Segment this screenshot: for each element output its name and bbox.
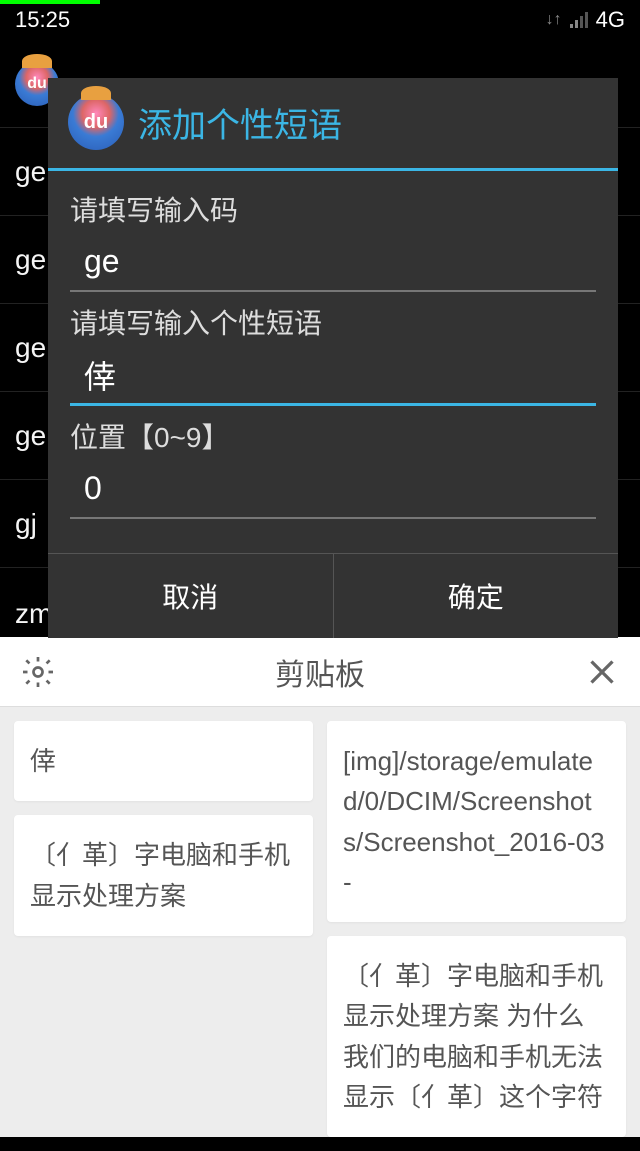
clip-item[interactable]: 〔亻革〕字电脑和手机显示处理方案 为什么我们的电脑和手机无法显示〔亻革〕这个字符	[327, 936, 626, 1137]
signal-icon	[570, 12, 588, 28]
clipboard-grid: 倖 〔亻革〕字电脑和手机显示处理方案 [img]/storage/emulate…	[0, 707, 640, 1151]
position-label: 位置【0~9】	[70, 416, 596, 456]
status-right: ↓↑ 4G	[546, 7, 625, 33]
phrase-field[interactable]	[70, 348, 596, 406]
input-code-field[interactable]	[70, 235, 596, 292]
status-time: 15:25	[15, 7, 70, 33]
clip-column-right: [img]/storage/emulated/0/DCIM/Screenshot…	[327, 721, 626, 1137]
close-icon[interactable]	[584, 654, 620, 690]
dialog-title: 添加个性短语	[138, 98, 342, 147]
network-label: 4G	[596, 7, 625, 33]
baidu-logo-icon: du	[68, 94, 124, 150]
clip-item[interactable]: [img]/storage/emulated/0/DCIM/Screenshot…	[327, 721, 626, 922]
clip-item[interactable]: 〔亻革〕字电脑和手机显示处理方案	[14, 815, 313, 936]
phrase-label: 请填写输入个性短语	[70, 302, 596, 342]
dialog-header: du 添加个性短语	[48, 78, 618, 171]
clipboard-title: 剪贴板	[275, 650, 365, 694]
ok-button[interactable]: 确定	[334, 554, 619, 638]
clip-item[interactable]: 倖	[14, 721, 313, 801]
clip-column-left: 倖 〔亻革〕字电脑和手机显示处理方案	[14, 721, 313, 1137]
position-field[interactable]	[70, 462, 596, 519]
dialog-body: 请填写输入码 请填写输入个性短语 位置【0~9】	[48, 171, 618, 529]
input-code-label: 请填写输入码	[70, 189, 596, 229]
gear-icon[interactable]	[20, 654, 56, 690]
status-bar: 15:25 ↓↑ 4G	[0, 0, 640, 40]
add-phrase-dialog: du 添加个性短语 请填写输入码 请填写输入个性短语 位置【0~9】 取消 确定	[48, 78, 618, 638]
clipboard-header: 剪贴板	[0, 637, 640, 707]
cancel-button[interactable]: 取消	[48, 554, 334, 638]
clipboard-panel: 剪贴板 倖 〔亻革〕字电脑和手机显示处理方案 [img]/storage/emu…	[0, 637, 640, 1137]
dialog-buttons: 取消 确定	[48, 553, 618, 638]
data-arrows-icon: ↓↑	[546, 11, 562, 29]
